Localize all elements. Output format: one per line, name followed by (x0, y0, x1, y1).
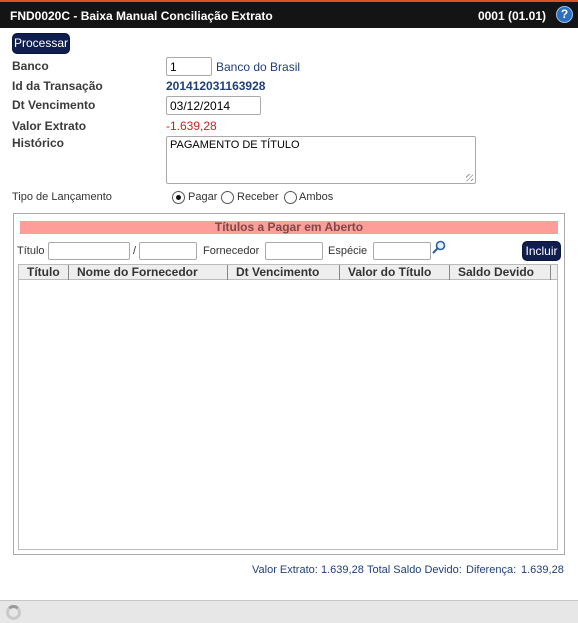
dt-vencimento-label: Dt Vencimento (12, 98, 96, 112)
dt-vencimento-input[interactable]: 03/12/2014 (166, 96, 261, 115)
valor-extrato-label: Valor Extrato (12, 119, 87, 133)
tipo-lancamento-label: Tipo de Lançamento (12, 191, 112, 203)
fornecedor-filter-input[interactable] (265, 242, 323, 260)
historico-label: Histórico (12, 136, 65, 150)
historico-textarea[interactable]: PAGAMENTO DE TÍTULO (166, 136, 476, 184)
column-valor-titulo[interactable]: Valor do Título (340, 265, 450, 280)
process-button[interactable]: Processar (12, 33, 70, 54)
titulo-separator: / (133, 245, 137, 257)
historico-text: PAGAMENTO DE TÍTULO (170, 139, 300, 151)
titles-panel: Títulos a Pagar em Aberto Título / Forne… (13, 213, 565, 555)
banco-label: Banco (12, 59, 49, 73)
radio-receber-label[interactable]: Receber (237, 191, 279, 203)
window-title: FND0020C - Baixa Manual Conciliação Extr… (10, 9, 273, 23)
radio-pagar[interactable] (172, 191, 185, 204)
summary-valor-extrato-label: Valor Extrato: (252, 564, 318, 576)
column-dt-vencimento[interactable]: Dt Vencimento (228, 265, 340, 280)
titulo-sub-input[interactable] (139, 242, 197, 260)
column-titulo[interactable]: Título (19, 265, 69, 280)
radio-pagar-label[interactable]: Pagar (188, 191, 217, 203)
summary-valor-extrato-value: 1.639,28 (321, 564, 364, 576)
summary-diferenca-value: 1.639,28 (521, 564, 564, 576)
spinner-icon (6, 605, 21, 620)
summary-diferenca-label: Diferença: (466, 564, 517, 576)
add-button[interactable]: Incluir (522, 241, 561, 261)
status-bar (0, 600, 578, 623)
help-icon[interactable]: ? (556, 6, 573, 23)
valor-extrato-value: -1.639,28 (166, 119, 217, 133)
radio-receber[interactable] (221, 191, 234, 204)
title-bar: FND0020C - Baixa Manual Conciliação Extr… (0, 0, 578, 28)
column-saldo-devido[interactable]: Saldo Devido (450, 265, 551, 280)
id-transacao-value: 201412031163928 (166, 79, 266, 93)
search-icon[interactable] (432, 240, 446, 254)
fornecedor-filter-label: Fornecedor (203, 245, 260, 257)
titulo-filter-label: Título (17, 245, 45, 257)
titulo-filter-input[interactable] (48, 242, 130, 260)
resize-grip-icon[interactable] (466, 174, 473, 181)
banco-input[interactable]: 1 (166, 57, 212, 76)
panel-title: Títulos a Pagar em Aberto (20, 221, 558, 234)
program-version: 0001 (01.01) (477, 9, 546, 23)
summary-saldo-label: Total Saldo Devido: (367, 564, 462, 576)
id-transacao-label: Id da Transação (12, 79, 103, 93)
especie-filter-input[interactable] (373, 242, 431, 260)
radio-ambos[interactable] (284, 191, 297, 204)
banco-name: Banco do Brasil (216, 60, 301, 74)
especie-filter-label: Espécie (328, 245, 368, 257)
radio-ambos-label[interactable]: Ambos (299, 191, 333, 203)
titles-table: Título Nome do Fornecedor Dt Vencimento … (18, 264, 558, 550)
table-header: Título Nome do Fornecedor Dt Vencimento … (19, 265, 557, 280)
column-nome-fornecedor[interactable]: Nome do Fornecedor (69, 265, 228, 280)
